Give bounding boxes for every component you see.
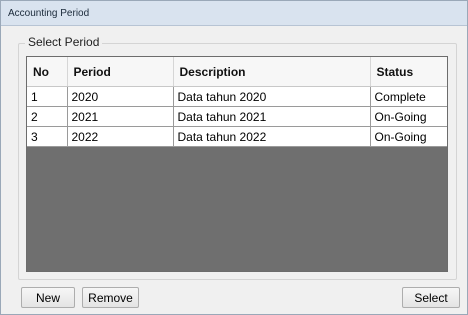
cell-description: Data tahun 2022 bbox=[173, 126, 371, 147]
table-header-row: No Period Description Status bbox=[27, 57, 447, 87]
period-grid[interactable]: No Period Description Status 1 2020 Data… bbox=[26, 56, 448, 272]
group-label: Select Period bbox=[25, 35, 103, 49]
window-title: Accounting Period bbox=[8, 7, 90, 19]
table-row[interactable]: 1 2020 Data tahun 2020 Complete bbox=[27, 86, 447, 107]
table-row[interactable]: 2 2021 Data tahun 2021 On-Going bbox=[27, 106, 447, 127]
accounting-period-window: Accounting Period Select Period No Perio… bbox=[0, 0, 468, 315]
cell-no: 3 bbox=[27, 126, 68, 147]
cell-period: 2022 bbox=[67, 126, 174, 147]
cell-description: Data tahun 2021 bbox=[173, 106, 371, 127]
column-header-period[interactable]: Period bbox=[67, 57, 174, 87]
cell-no: 1 bbox=[27, 86, 68, 107]
select-button[interactable]: Select bbox=[402, 287, 460, 308]
cell-status: On-Going bbox=[370, 106, 447, 127]
table-row[interactable]: 3 2022 Data tahun 2022 On-Going bbox=[27, 126, 447, 147]
cell-period: 2020 bbox=[67, 86, 174, 107]
title-bar: Accounting Period bbox=[1, 1, 467, 26]
new-button[interactable]: New bbox=[21, 287, 75, 308]
cell-period: 2021 bbox=[67, 106, 174, 127]
cell-status: On-Going bbox=[370, 126, 447, 147]
cell-status: Complete bbox=[370, 86, 447, 107]
cell-description: Data tahun 2020 bbox=[173, 86, 371, 107]
remove-button[interactable]: Remove bbox=[82, 287, 139, 308]
period-table: No Period Description Status 1 2020 Data… bbox=[27, 57, 447, 147]
column-header-status[interactable]: Status bbox=[370, 57, 447, 87]
cell-no: 2 bbox=[27, 106, 68, 127]
column-header-description[interactable]: Description bbox=[173, 57, 371, 87]
column-header-no[interactable]: No bbox=[27, 57, 68, 87]
